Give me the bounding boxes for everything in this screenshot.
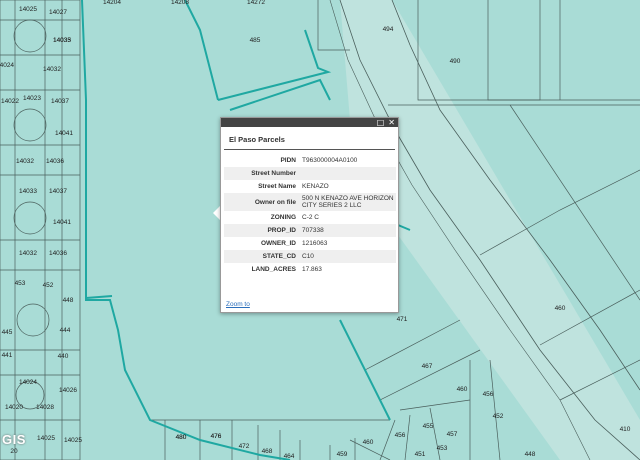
attribute-value: KENAZO: [302, 183, 329, 190]
parcel-label: 14037: [51, 98, 69, 105]
attribute-key: Street Name: [258, 183, 296, 190]
parcel-label: 448: [63, 297, 74, 304]
parcel-label: 14208: [171, 0, 189, 6]
parcel-attributes-table: PIDN T963000004A0100 Street Number Street N…: [224, 154, 396, 276]
attribute-row: Owner on file 500 N KENAZO AVE HORIZON CI…: [224, 193, 396, 211]
attribute-value: 500 N KENAZO AVE HORIZON CITY SERIES 2 L…: [300, 193, 396, 211]
attribute-value: T963000004A0100: [302, 157, 358, 164]
attribute-key: ZONING: [270, 214, 296, 221]
parcel-label: 460: [457, 386, 468, 393]
parcel-label: 14025: [19, 6, 37, 13]
attribute-row: Street Number: [224, 167, 396, 180]
parcel-label: 485: [250, 37, 261, 44]
parcel-label: 467: [422, 363, 433, 370]
parcel-label: 453: [15, 280, 26, 287]
parcel-label: 14272: [247, 0, 265, 6]
attribute-value: 1216063: [302, 240, 328, 247]
parcel-label: 14035: [53, 37, 71, 44]
attribute-key: PIDN: [280, 157, 296, 164]
parcel-label: 445: [2, 329, 13, 336]
attribute-value: C10: [300, 250, 396, 263]
parcel-label: 14026: [59, 387, 77, 394]
parcel-label: 14024: [0, 62, 14, 69]
parcel-label: 452: [43, 282, 54, 289]
attribute-row: PIDN T963000004A0100: [224, 154, 396, 167]
parcel-label: 444: [60, 327, 71, 334]
attribute-value: 707338: [300, 224, 396, 237]
parcel-label: 14020: [5, 404, 23, 411]
parcel-label: 14032: [16, 158, 34, 165]
attribute-key: PROP_ID: [224, 224, 300, 237]
parcel-label: 441: [2, 352, 13, 359]
parcel-label: 14032: [43, 66, 61, 73]
parcel-label: 14036: [49, 250, 67, 257]
attribute-key: Owner on file: [224, 193, 300, 211]
parcel-label: 456: [395, 432, 406, 439]
parcel-label: 457: [447, 431, 458, 438]
attribute-value: [300, 167, 396, 180]
parcel-info-popup: □ ✕ El Paso Parcels PIDN T963000004A0100 S…: [220, 117, 399, 313]
parcel-label: 460: [363, 439, 374, 446]
parcel-label: 460: [555, 305, 566, 312]
attribute-key: Street Number: [224, 167, 300, 180]
parcel-label: 471: [397, 316, 408, 323]
parcel-label: 453: [437, 445, 448, 452]
attribute-row: ZONING C-2 C: [224, 211, 396, 224]
parcel-label: 20: [10, 448, 18, 455]
parcel-label: 448: [525, 451, 536, 458]
maximize-icon[interactable]: □: [377, 118, 385, 127]
attribute-row: STATE_CD C10: [224, 250, 396, 263]
parcel-label: 14037: [49, 188, 67, 195]
parcel-label: 14025: [64, 437, 82, 444]
parcel-label: 456: [483, 391, 494, 398]
attribute-key: LAND_ACRES: [251, 266, 296, 273]
parcel-label: 14041: [53, 219, 71, 226]
attribute-value: C-2 C: [302, 214, 319, 221]
popup-title-bar: □ ✕: [221, 118, 398, 127]
parcel-label: 472: [239, 443, 250, 450]
map-attribution: GIS: [2, 432, 26, 447]
attribute-key: OWNER_ID: [260, 240, 296, 247]
attribute-row: PROP_ID 707338: [224, 224, 396, 237]
parcel-label: 464: [284, 453, 295, 460]
parcel-label: 452: [493, 413, 504, 420]
parcel-label: 468: [262, 448, 273, 455]
parcel-label: 14025: [37, 435, 55, 442]
parcel-label: 451: [415, 451, 426, 458]
parcel-label: 14027: [49, 9, 67, 16]
parcel-label: 490: [450, 58, 461, 65]
parcel-label: 14032: [19, 250, 37, 257]
zoom-to-link[interactable]: Zoom to: [226, 301, 250, 308]
popup-title: El Paso Parcels: [224, 127, 395, 150]
parcel-label: 480: [176, 434, 187, 441]
attribute-row: LAND_ACRES 17.863: [224, 263, 396, 276]
parcel-label: 14036: [46, 158, 64, 165]
parcel-label: 14023: [23, 95, 41, 102]
attribute-row: OWNER_ID 1216063: [224, 237, 396, 250]
parcel-label: 476: [211, 433, 222, 440]
parcel-label: 14022: [1, 98, 19, 105]
parcel-label: 494: [383, 26, 394, 33]
parcel-label: 14041: [55, 130, 73, 137]
parcel-label: 410: [620, 426, 631, 433]
parcel-label: 440: [58, 353, 69, 360]
attribute-row: Street Name KENAZO: [224, 180, 396, 193]
parcel-label: 14028: [36, 404, 54, 411]
parcel-label: 459: [337, 451, 348, 458]
parcel-label: 14024: [19, 379, 37, 386]
attribute-key: STATE_CD: [224, 250, 300, 263]
attribute-value: 17.863: [302, 266, 322, 273]
parcel-label: 455: [423, 423, 434, 430]
parcel-label: 14033: [19, 188, 37, 195]
popup-pointer: [213, 206, 220, 220]
close-icon[interactable]: ✕: [388, 118, 395, 127]
parcel-label: 14204: [103, 0, 121, 6]
